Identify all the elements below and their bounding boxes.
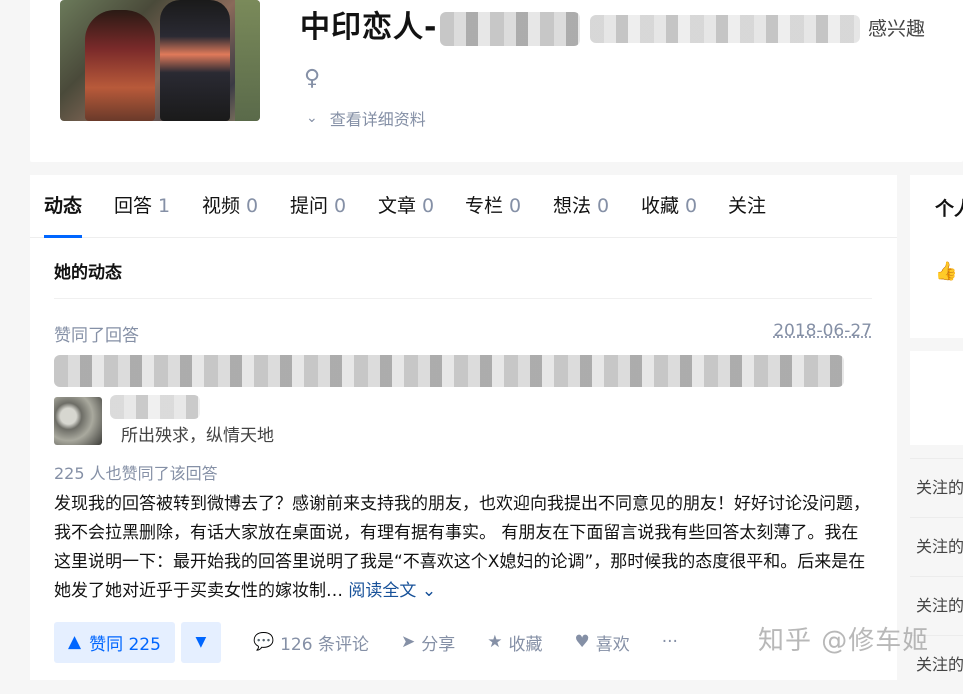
author-bio: 所出殃求，纵情天地 xyxy=(121,426,274,446)
tab-count: 0 xyxy=(597,195,610,217)
vote-up-label: 赞同 225 xyxy=(89,634,161,655)
tab-count: 0 xyxy=(685,195,698,217)
follow-list: 关注的 关注的 关注的 关注的 xyxy=(910,458,963,694)
avatar-person-right xyxy=(160,0,230,121)
tab-label: 想法 xyxy=(553,195,592,217)
question-title-redaction[interactable] xyxy=(54,355,844,387)
share-label: 分享 xyxy=(421,634,456,655)
tab-videos[interactable]: 视频 0 xyxy=(202,175,258,237)
headline-redaction xyxy=(590,15,860,43)
author-avatar[interactable] xyxy=(54,397,102,445)
author-name-redaction[interactable] xyxy=(110,395,200,419)
tab-count: 0 xyxy=(334,195,347,217)
chevron-down-icon: ⌄ xyxy=(421,581,437,601)
tab-label: 关注 xyxy=(728,195,767,217)
tab-collections[interactable]: 收藏 0 xyxy=(641,175,697,237)
profile-avatar[interactable] xyxy=(60,0,260,121)
tab-label: 文章 xyxy=(378,195,417,217)
tab-count: 1 xyxy=(158,195,171,217)
tab-questions[interactable]: 提问 0 xyxy=(290,175,346,237)
favorite-label: 收藏 xyxy=(508,634,543,655)
personal-achievements-card: 个人 👍 xyxy=(910,175,963,338)
comments-label: 126 条评论 xyxy=(280,634,369,655)
vote-down-button[interactable]: ▼ xyxy=(180,621,221,663)
share-icon: ➤ xyxy=(400,632,416,652)
watermark: 知乎 @修车姬 xyxy=(758,626,930,656)
read-more-link[interactable]: 阅读全文 ⌄ xyxy=(348,581,436,601)
follow-item[interactable]: 关注的 xyxy=(910,517,963,576)
like-button[interactable]: ♥ 喜欢 xyxy=(574,630,629,655)
feed-date[interactable]: 2018-06-27 xyxy=(773,321,872,341)
avatar-background xyxy=(235,0,260,121)
tab-articles[interactable]: 文章 0 xyxy=(378,175,434,237)
like-label: 喜欢 xyxy=(595,634,630,655)
profile-name: 中印恋人- xyxy=(300,10,438,45)
section-title: 她的动态 xyxy=(54,263,122,283)
more-button[interactable]: ··· xyxy=(662,632,678,652)
action-bar: ▲ 赞同 225 ▼ 💬 126 条评论 ➤ 分享 ★ 收藏 ♥ 喜欢 ··· xyxy=(54,621,678,663)
tab-label: 专栏 xyxy=(465,195,504,217)
chevron-down-icon: ⌄ xyxy=(306,110,318,126)
profile-tabs: 动态 回答 1 视频 0 提问 0 文章 0 专栏 0 想法 0 收藏 0 关注 xyxy=(30,175,897,238)
heart-icon: ♥ xyxy=(574,632,590,652)
tab-label: 提问 xyxy=(290,195,329,217)
tab-activity[interactable]: 动态 xyxy=(44,175,83,238)
avatar-person-left xyxy=(85,10,155,121)
share-button[interactable]: ➤ 分享 xyxy=(401,630,455,655)
tab-thoughts[interactable]: 想法 0 xyxy=(553,175,609,237)
comment-icon: 💬 xyxy=(252,632,275,652)
divider xyxy=(54,298,872,299)
favorite-button[interactable]: ★ 收藏 xyxy=(487,630,542,655)
triangle-up-icon: ▲ xyxy=(68,632,82,652)
profile-headline: 感兴趣 xyxy=(868,18,926,40)
tab-count: 0 xyxy=(246,195,259,217)
main-content-card: 动态 回答 1 视频 0 提问 0 文章 0 专栏 0 想法 0 收藏 0 关注 她的动态 赞… xyxy=(30,175,897,680)
tab-columns[interactable]: 专栏 0 xyxy=(465,175,521,237)
tab-following[interactable]: 关注 xyxy=(728,175,766,237)
answer-excerpt[interactable]: 发现我的回答被转到微博去了？感谢前来支持我的朋友，也欢迎向我提出不同意见的朋友！… xyxy=(54,490,874,606)
comments-button[interactable]: 💬 126 条评论 xyxy=(253,630,369,655)
name-redaction xyxy=(440,12,580,46)
tab-count: 0 xyxy=(422,195,435,217)
vote-up-button[interactable]: ▲ 赞同 225 xyxy=(54,621,175,663)
view-details-label: 查看详细资料 xyxy=(329,110,426,129)
more-icon: ··· xyxy=(661,632,678,652)
tab-label: 视频 xyxy=(202,195,241,217)
triangle-down-icon: ▼ xyxy=(195,634,207,650)
excerpt-text: 发现我的回答被转到微博去了？感谢前来支持我的朋友，也欢迎向我提出不同意见的朋友！… xyxy=(54,494,870,601)
tab-label: 动态 xyxy=(44,195,83,217)
tab-label: 回答 xyxy=(114,195,153,217)
female-icon: ♀ xyxy=(304,66,321,91)
follow-item[interactable]: 关注的 xyxy=(910,458,963,517)
thumbs-up-icon: 👍 xyxy=(935,261,958,282)
view-details-link[interactable]: ⌄ 查看详细资料 xyxy=(306,106,426,130)
sidebar-card xyxy=(910,351,963,445)
read-more-label: 阅读全文 xyxy=(348,581,417,601)
sidebar-card-title: 个人 xyxy=(935,198,963,220)
tab-answers[interactable]: 回答 1 xyxy=(114,175,170,237)
star-icon: ★ xyxy=(487,632,503,652)
tab-count: 0 xyxy=(509,195,522,217)
feed-action: 赞同了回答 xyxy=(54,326,139,346)
tab-label: 收藏 xyxy=(641,195,680,217)
voters-count: 225 人也赞同了该回答 xyxy=(54,464,218,483)
